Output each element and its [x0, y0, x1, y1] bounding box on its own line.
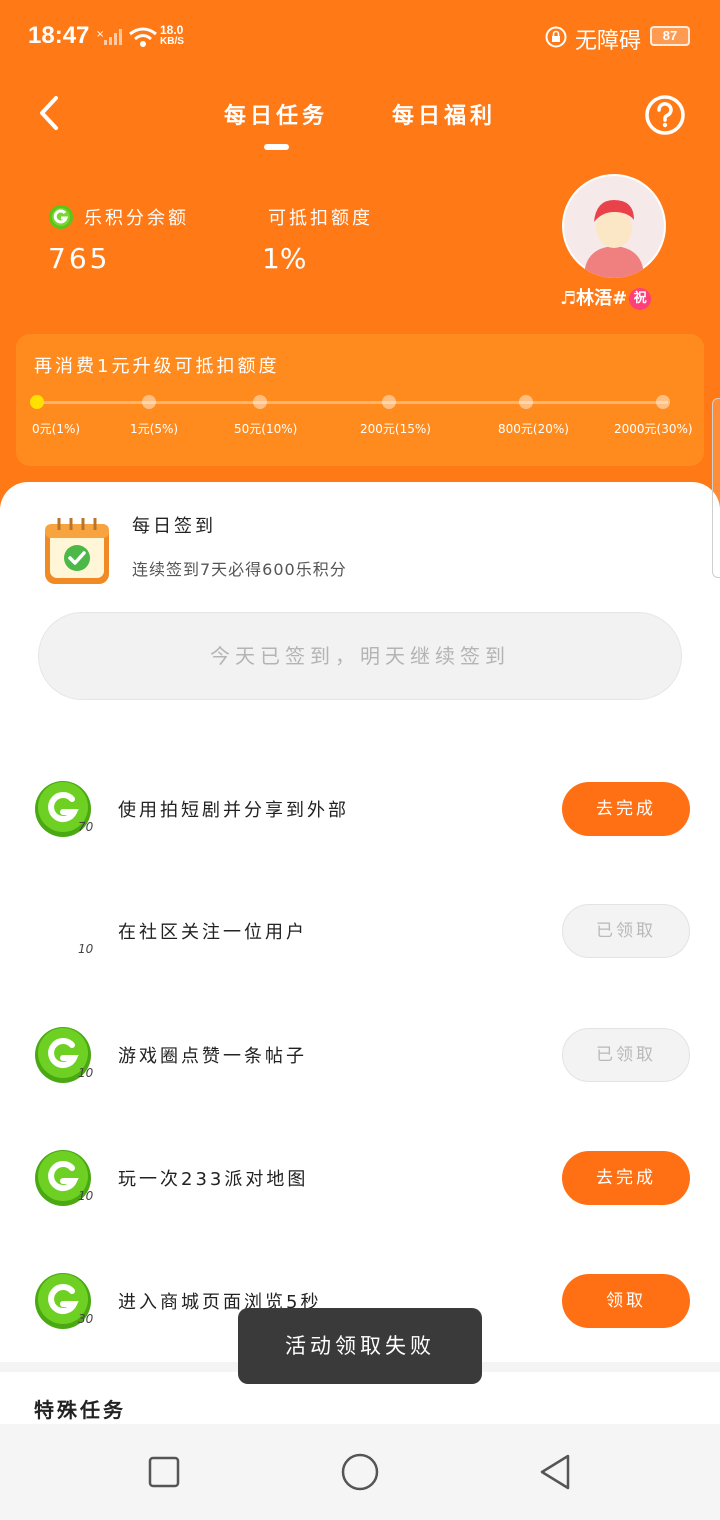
task-description: 玩一次233派对地图 — [118, 1169, 309, 1190]
battery-indicator: 87 — [650, 26, 690, 46]
task-action-button[interactable]: 领取 — [562, 1274, 690, 1328]
net-speed-unit: KB/S — [160, 36, 184, 47]
points-coin-icon — [49, 205, 73, 229]
special-tasks-title: 特殊任务 — [34, 1398, 126, 1422]
task-reward-amount: 10 — [78, 1189, 94, 1203]
task-row: 10 游戏圈点赞一条帖子 已领取 — [0, 1026, 720, 1086]
level-tick-label: 2000元(30%) — [614, 422, 693, 436]
edge-scroll-handle[interactable] — [712, 398, 720, 578]
svg-text:×: × — [96, 29, 104, 40]
home-icon[interactable] — [338, 1450, 382, 1494]
net-speed-value: 18.0 — [160, 23, 184, 37]
task-row: 70 使用拍短剧并分享到外部 去完成 — [0, 780, 720, 840]
username-text: ♬林浯# — [560, 288, 628, 309]
level-tick-label: 200元(15%) — [360, 422, 431, 436]
level-progress-title: 再消费1元升级可抵扣额度 — [34, 356, 280, 377]
system-nav-bar — [0, 1424, 720, 1520]
level-tick-label: 1元(5%) — [130, 422, 179, 436]
level-dot — [656, 395, 670, 409]
daily-signin-subtitle: 连续签到7天必得600乐积分 — [132, 560, 347, 579]
back-triangle-icon[interactable] — [534, 1450, 578, 1494]
signal-icon: × — [96, 29, 122, 45]
level-tick-label: 0元(1%) — [32, 422, 81, 436]
task-description: 在社区关注一位用户 — [118, 922, 307, 943]
accessibility-label: 无障碍 — [575, 29, 642, 54]
net-speed: 18.0 KB/S — [160, 24, 184, 48]
username: ♬林浯# 祝 — [560, 284, 652, 310]
task-claimed-button[interactable]: 已领取 — [562, 904, 690, 958]
task-description: 游戏圈点赞一条帖子 — [118, 1046, 307, 1067]
deduct-limit-label: 可抵扣额度 — [268, 208, 373, 229]
level-dot — [382, 395, 396, 409]
back-arrow-icon[interactable] — [30, 92, 70, 134]
calendar-check-icon — [45, 518, 109, 584]
deduct-limit-value: 1% — [262, 242, 307, 275]
level-tick-label: 50元(10%) — [234, 422, 298, 436]
points-balance-label: 乐积分余额 — [84, 208, 189, 229]
task-row: 10 在社区关注一位用户 已领取 — [0, 902, 720, 962]
level-progress-card: 再消费1元升级可抵扣额度 0元(1%) 1元(5%) 50元(10%) 200元(15… — [16, 334, 704, 466]
level-dot — [30, 395, 44, 409]
daily-signin-title: 每日签到 — [132, 516, 216, 537]
task-reward-amount: 10 — [78, 1066, 94, 1080]
task-claimed-button[interactable]: 已领取 — [562, 1028, 690, 1082]
level-dot — [253, 395, 267, 409]
level-progress-track — [38, 401, 668, 404]
tasks-panel: 每日签到 连续签到7天必得600乐积分 今天已签到，明天继续签到 70 使用拍短剧… — [0, 482, 720, 1424]
tab-daily-tasks[interactable]: 每日任务 — [224, 98, 328, 130]
help-icon[interactable] — [644, 94, 686, 136]
tab-daily-welfare[interactable]: 每日福利 — [392, 98, 496, 130]
wifi-icon — [129, 27, 157, 47]
avatar[interactable] — [562, 174, 666, 278]
task-row: 10 玩一次233派对地图 去完成 — [0, 1149, 720, 1209]
level-dot — [142, 395, 156, 409]
task-reward-amount: 30 — [78, 1312, 94, 1326]
status-bar: 18:47 × 18.0 KB/S 无障碍 87 — [0, 0, 720, 72]
tab-active-indicator — [264, 144, 289, 150]
task-reward-amount: 70 — [78, 820, 94, 834]
task-description: 使用拍短剧并分享到外部 — [118, 800, 349, 821]
toast-message: 活动领取失败 — [238, 1308, 482, 1384]
status-time: 18:47 — [28, 22, 90, 49]
lock-icon — [545, 26, 567, 48]
level-tick-label: 800元(20%) — [498, 422, 569, 436]
avatar-illustration — [564, 176, 664, 278]
task-reward-amount: 10 — [78, 942, 94, 956]
level-dot — [519, 395, 533, 409]
points-balance-value: 765 — [48, 242, 111, 275]
username-badge: 祝 — [629, 288, 652, 310]
recent-apps-icon[interactable] — [142, 1450, 186, 1494]
task-action-button[interactable]: 去完成 — [562, 782, 690, 836]
task-action-button[interactable]: 去完成 — [562, 1151, 690, 1205]
signin-button[interactable]: 今天已签到，明天继续签到 — [38, 612, 682, 700]
